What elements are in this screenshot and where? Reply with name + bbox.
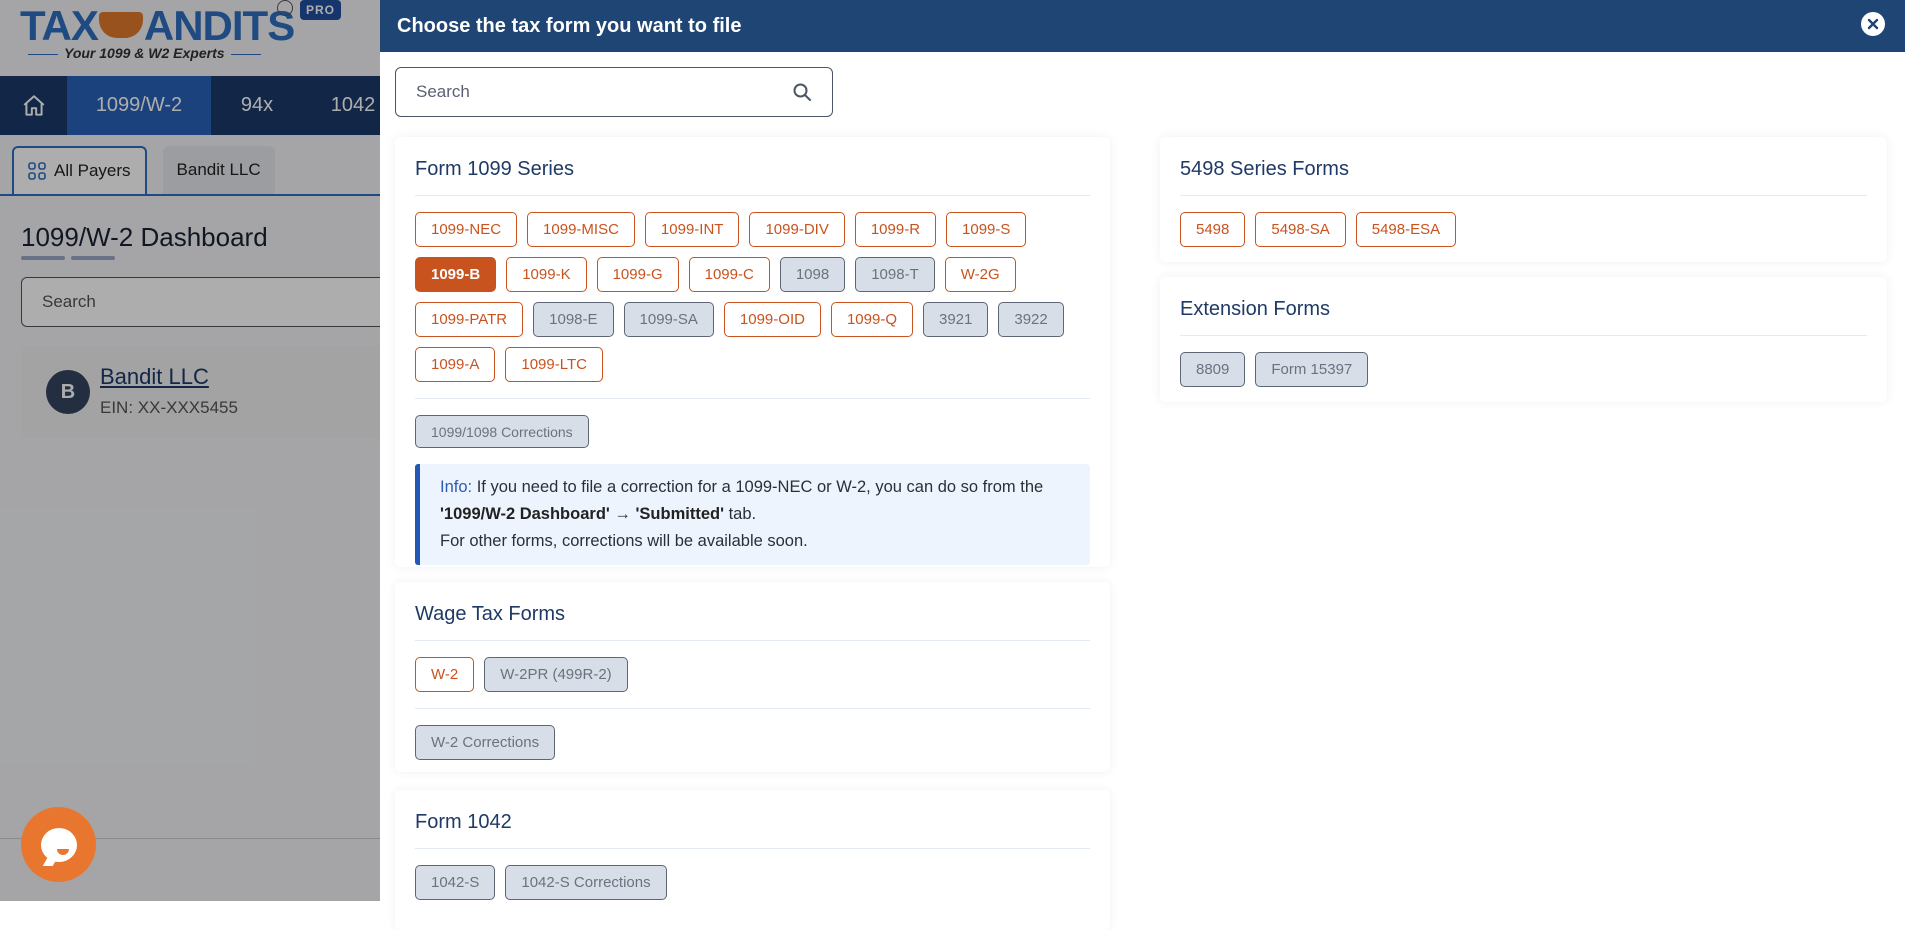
close-button[interactable] — [1861, 12, 1885, 36]
form-chip-5498[interactable]: 5498 — [1180, 212, 1246, 247]
extension-forms-card: Extension Forms 8809 Form 15397 — [1160, 277, 1887, 402]
panel-title: Choose the tax form you want to file — [397, 14, 742, 37]
form-chip-1042-s-corrections[interactable]: 1042-S Corrections — [505, 865, 667, 900]
form-chip-1099-oid[interactable]: 1099-OID — [723, 302, 821, 337]
section-title: Wage Tax Forms — [415, 582, 1090, 641]
form-1042-chip-list: 1042-S 1042-S Corrections — [415, 849, 1090, 916]
form-chip-1099-ltc[interactable]: 1099-LTC — [505, 347, 603, 382]
form-chip-1098-e[interactable]: 1098-E — [533, 302, 614, 337]
form-chip-1099-a[interactable]: 1099-A — [415, 347, 496, 382]
search-icon[interactable] — [792, 82, 812, 102]
form-chip-1099-g[interactable]: 1099-G — [596, 257, 679, 292]
info-label: Info: — [440, 478, 473, 496]
form-search-input[interactable] — [416, 82, 792, 102]
info-tab-suffix: tab. — [724, 505, 757, 523]
info-dashboard-ref: '1099/W-2 Dashboard' — [440, 505, 610, 523]
form-chip-5498-sa[interactable]: 5498-SA — [1255, 212, 1346, 247]
section-title: Form 1099 Series — [415, 137, 1090, 196]
form-chip-1099-b[interactable]: 1099-B — [415, 257, 497, 292]
form-chip-1099-k[interactable]: 1099-K — [506, 257, 587, 292]
form-chip-1099-int[interactable]: 1099-INT — [644, 212, 740, 247]
form-5498-chip-list: 5498 5498-SA 5498-ESA — [1180, 196, 1867, 263]
form-chip-1042-s[interactable]: 1042-S — [415, 865, 496, 900]
corrections-row: 1099/1098 Corrections — [415, 398, 1090, 464]
wage-tax-forms-card: Wage Tax Forms W-2 W-2PR (499R-2) W-2 Cor… — [395, 582, 1110, 772]
form-chip-w-2pr-499r-2[interactable]: W-2PR (499R-2) — [484, 657, 628, 692]
chat-icon — [40, 827, 77, 862]
section-title: Extension Forms — [1180, 277, 1867, 336]
form-5498-series-card: 5498 Series Forms 5498 5498-SA 5498-ESA — [1160, 137, 1887, 262]
form-1042-card: Form 1042 1042-S 1042-S Corrections — [395, 790, 1110, 930]
form-chip-3921[interactable]: 3921 — [923, 302, 989, 337]
info-availability-text: For other forms, corrections will be ava… — [440, 532, 808, 550]
form-chip-1098[interactable]: 1098 — [779, 257, 846, 292]
info-submitted-ref: 'Submitted' — [635, 505, 725, 523]
form-chip-5498-esa[interactable]: 5498-ESA — [1355, 212, 1457, 247]
wage-chip-list: W-2 W-2PR (499R-2) — [415, 641, 1090, 708]
form-chooser-panel: Choose the tax form you want to file For… — [380, 0, 1905, 930]
form-chip-1099-div[interactable]: 1099-DIV — [749, 212, 845, 247]
form-chip-form-15397[interactable]: Form 15397 — [1255, 352, 1369, 387]
panel-header: Choose the tax form you want to file — [380, 0, 1905, 52]
form-chip-1099-q[interactable]: 1099-Q — [830, 302, 913, 337]
form-chip-1099-patr[interactable]: 1099-PATR — [415, 302, 524, 337]
info-text: If you need to file a correction for a 1… — [472, 478, 1044, 496]
chat-button[interactable] — [21, 807, 96, 882]
form-chip-1099-c[interactable]: 1099-C — [688, 257, 770, 292]
extension-chip-list: 8809 Form 15397 — [1180, 336, 1867, 403]
close-icon — [1867, 18, 1879, 30]
form-search-field[interactable] — [395, 67, 833, 117]
section-title: 5498 Series Forms — [1180, 137, 1867, 196]
form-chip-8809[interactable]: 8809 — [1180, 352, 1246, 387]
form-1099-series-card: Form 1099 Series 1099-NEC 1099-MISC 1099-I… — [395, 137, 1110, 567]
section-title: Form 1042 — [415, 790, 1090, 849]
info-box: Info: If you need to file a correction f… — [415, 464, 1090, 565]
arrow-icon: → — [609, 505, 636, 523]
wage-corrections-row: W-2 Corrections — [415, 708, 1090, 776]
form-chip-w-2[interactable]: W-2 — [415, 657, 475, 692]
form-chip-3922[interactable]: 3922 — [998, 302, 1064, 337]
form-chip-1099-nec[interactable]: 1099-NEC — [415, 212, 518, 247]
form-chip-1099-r[interactable]: 1099-R — [854, 212, 937, 247]
form-chip-1099-misc[interactable]: 1099-MISC — [527, 212, 635, 247]
form-chip-1099-sa[interactable]: 1099-SA — [623, 302, 714, 337]
form-chip-w-2g[interactable]: W-2G — [944, 257, 1016, 292]
form-chip-1099-1098-corrections[interactable]: 1099/1098 Corrections — [415, 415, 589, 448]
form-1099-chip-list: 1099-NEC 1099-MISC 1099-INT 1099-DIV 1099-R 1… — [415, 196, 1090, 398]
form-chip-1099-s[interactable]: 1099-S — [946, 212, 1027, 247]
form-chip-1098-t[interactable]: 1098-T — [855, 257, 935, 292]
form-chip-w2-corrections[interactable]: W-2 Corrections — [415, 725, 556, 760]
